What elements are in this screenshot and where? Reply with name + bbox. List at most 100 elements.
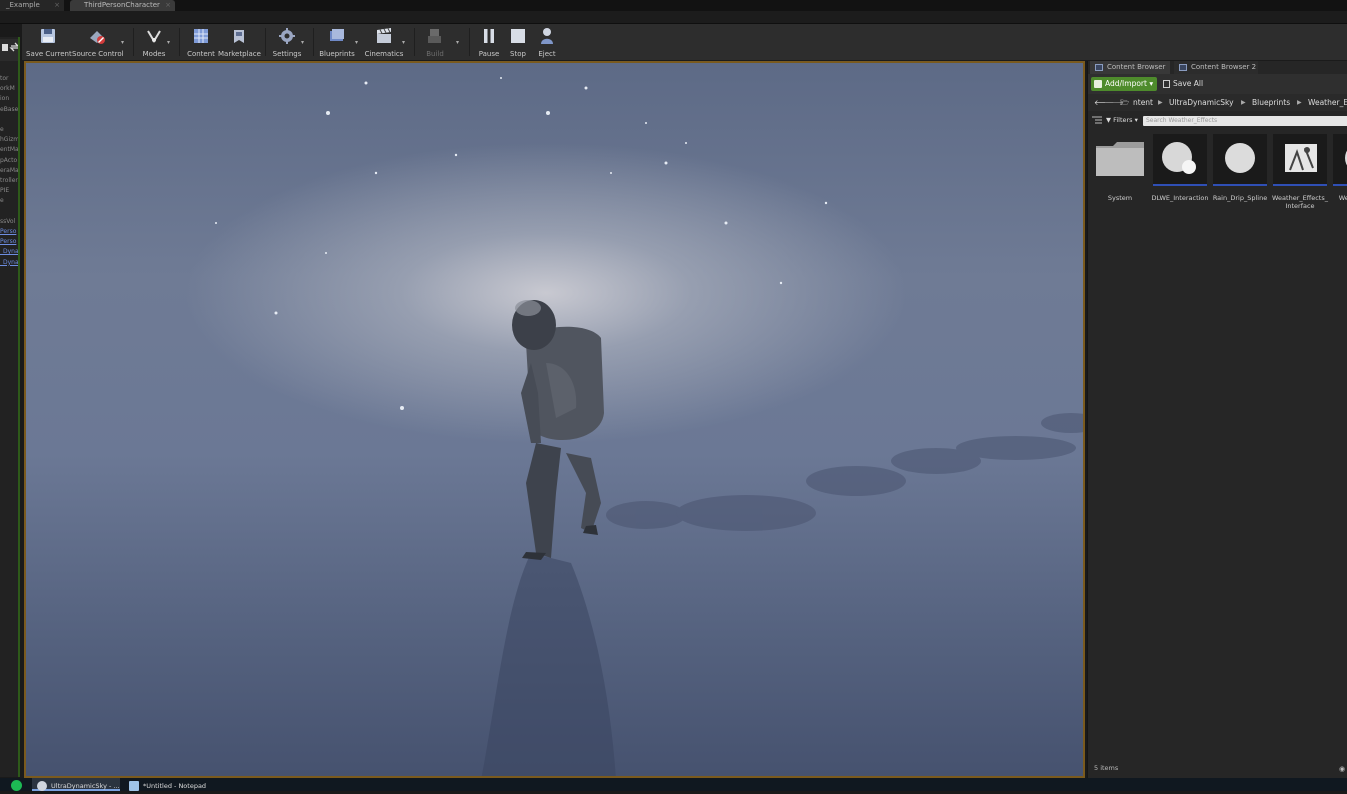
content-button[interactable]: Content — [184, 25, 218, 59]
breadcrumb-item[interactable]: Weather_E — [1308, 94, 1347, 111]
cinematics-button[interactable]: Cinematics — [364, 25, 404, 59]
add-icon — [1094, 80, 1102, 88]
unreal-engine-icon — [37, 781, 47, 791]
chevron-down-icon[interactable]: ▾ — [121, 39, 124, 46]
asset-tile-rain-drip-spline[interactable]: Rain_Drip_Spline — [1213, 134, 1267, 212]
close-icon[interactable]: × — [54, 0, 60, 11]
stop-icon — [511, 29, 525, 43]
outliner-row[interactable]: eraMa — [0, 166, 18, 176]
sources-toggle-icon[interactable] — [1092, 116, 1102, 125]
chevron-down-icon[interactable]: ▾ — [355, 39, 358, 46]
folder-icon: 🗁 — [1120, 98, 1130, 107]
outliner-row[interactable]: tor — [0, 74, 18, 84]
outliner-row[interactable]: e — [0, 196, 18, 206]
asset-tile-weat[interactable]: Weat — [1333, 134, 1347, 212]
toolbar-divider — [179, 28, 180, 56]
document-tab-strip: _Example × ThirdPersonCharacter × — [0, 0, 1347, 11]
tab-third-person-character[interactable]: ThirdPersonCharacter × — [70, 0, 175, 11]
search-input[interactable]: Search Weather_Effects — [1143, 116, 1347, 126]
asset-name: Weather_Effects_ Interface — [1272, 194, 1328, 210]
modes-icon — [147, 30, 161, 43]
world-outliner-panel: tor orkM ion eBase e hGizm entMa pActo eraMa trol… — [0, 37, 20, 777]
settings-label: Settings — [272, 50, 302, 58]
outliner-row[interactable]: PIE — [0, 186, 18, 196]
chevron-down-icon[interactable]: ▾ — [402, 39, 405, 46]
breadcrumb-item[interactable]: Blueprints — [1252, 94, 1290, 111]
outliner-row[interactable]: _Dyna — [0, 247, 18, 257]
tab-content-browser-1[interactable]: Content Browser 1 — [1090, 61, 1170, 84]
save-icon — [41, 29, 55, 43]
asset-tile-dlwe-interaction[interactable]: DLWE_Interaction — [1151, 134, 1209, 212]
blueprints-icon — [330, 29, 344, 41]
eject-button[interactable]: Eject — [533, 25, 561, 59]
tab-label: Content Browser 2 — [1191, 63, 1257, 71]
modes-button[interactable]: Modes — [138, 25, 170, 59]
blueprints-button[interactable]: Blueprints — [318, 25, 356, 59]
taskbar-item-notepad[interactable]: *Untitled - Notepad — [124, 778, 214, 791]
eject-icon — [541, 28, 553, 44]
save-all-button[interactable]: Save All — [1162, 77, 1203, 91]
chevron-down-icon[interactable]: ▾ — [167, 39, 170, 46]
content-label: Content — [187, 50, 215, 58]
outliner-row[interactable]: Perso — [0, 227, 18, 237]
save-all-label: Save All — [1173, 79, 1204, 88]
asset-name: Weat — [1338, 194, 1347, 202]
outliner-tool-icon[interactable] — [0, 39, 20, 61]
tab-content-browser-2[interactable]: Content Browser 2 — [1174, 61, 1258, 74]
breadcrumb-item[interactable]: UltraDynamicSky — [1169, 94, 1234, 111]
close-icon[interactable]: × — [165, 0, 171, 11]
chevron-right-icon: ▶ — [1297, 99, 1302, 106]
pause-button[interactable]: Pause — [475, 25, 503, 59]
search-placeholder: Search Weather_Effects — [1146, 117, 1218, 124]
level-viewport[interactable] — [24, 61, 1085, 778]
filters-label: Filters — [1113, 116, 1133, 124]
windows-taskbar: UltraDynamicSky - ... *Untitled - Notepa… — [0, 778, 1347, 791]
taskbar-item-unreal[interactable]: UltraDynamicSky - ... — [32, 778, 120, 791]
outliner-row[interactable]: eBase — [0, 105, 18, 115]
asset-name: System — [1107, 194, 1133, 202]
save-current-button[interactable]: Save Current — [26, 25, 72, 59]
tab-level-example[interactable]: _Example × — [0, 0, 64, 11]
asset-name: DLWE_Interaction — [1151, 194, 1209, 202]
settings-button[interactable]: Settings — [270, 25, 304, 59]
eye-icon[interactable]: ◉ — [1339, 765, 1345, 773]
build-button[interactable]: Build — [420, 25, 450, 59]
chevron-right-icon: ▶ — [1158, 99, 1163, 106]
marketplace-button[interactable]: Marketplace — [218, 25, 261, 59]
filters-button[interactable]: ▼ Filters ▾ — [1106, 116, 1138, 125]
outliner-row[interactable]: ssVol — [0, 217, 18, 227]
asset-tile-system[interactable]: System — [1093, 134, 1147, 212]
asset-name: Rain_Drip_Spline — [1212, 194, 1268, 202]
outliner-row[interactable]: troller — [0, 176, 18, 186]
outliner-row[interactable]: pActo — [0, 156, 18, 166]
chevron-down-icon[interactable]: ▾ — [456, 39, 459, 46]
spotify-icon[interactable] — [11, 780, 22, 791]
chevron-down-icon[interactable]: ▾ — [301, 39, 304, 46]
outliner-row[interactable]: orkM — [0, 84, 18, 94]
mannequin-character — [512, 300, 604, 560]
toolbar-divider — [133, 28, 134, 56]
asset-tile-weather-effects-interface[interactable]: Weather_Effects_ Interface — [1272, 134, 1328, 212]
source-control-button[interactable]: Source Control — [72, 25, 124, 59]
outliner-row[interactable]: ion — [0, 94, 18, 104]
breadcrumb-item[interactable]: ntent — [1133, 94, 1153, 111]
content-icon — [194, 29, 208, 43]
toolbar-divider — [265, 28, 266, 56]
taskbar-item-label: *Untitled - Notepad — [143, 782, 207, 790]
outliner-row[interactable]: Perso — [0, 237, 18, 247]
add-import-label: Add/Import — [1105, 79, 1147, 88]
outliner-row[interactable]: e — [0, 125, 18, 135]
outliner-row[interactable]: hGizm — [0, 135, 18, 145]
stop-button[interactable]: Stop — [504, 25, 532, 59]
outliner-row[interactable] — [0, 207, 18, 217]
toolbar-divider — [313, 28, 314, 56]
outliner-row[interactable]: entMa — [0, 145, 18, 155]
pause-label: Pause — [478, 50, 500, 58]
content-browser-panel: Content Browser 1 Content Browser 2 Add/… — [1087, 61, 1347, 778]
add-import-button[interactable]: Add/Import ▾ — [1091, 77, 1157, 91]
outliner-row[interactable]: _Dyna — [0, 258, 18, 268]
outliner-row[interactable] — [0, 115, 18, 125]
stop-label: Stop — [510, 50, 526, 58]
outliner-toolbar — [0, 39, 20, 61]
source-control-icon — [90, 31, 105, 44]
